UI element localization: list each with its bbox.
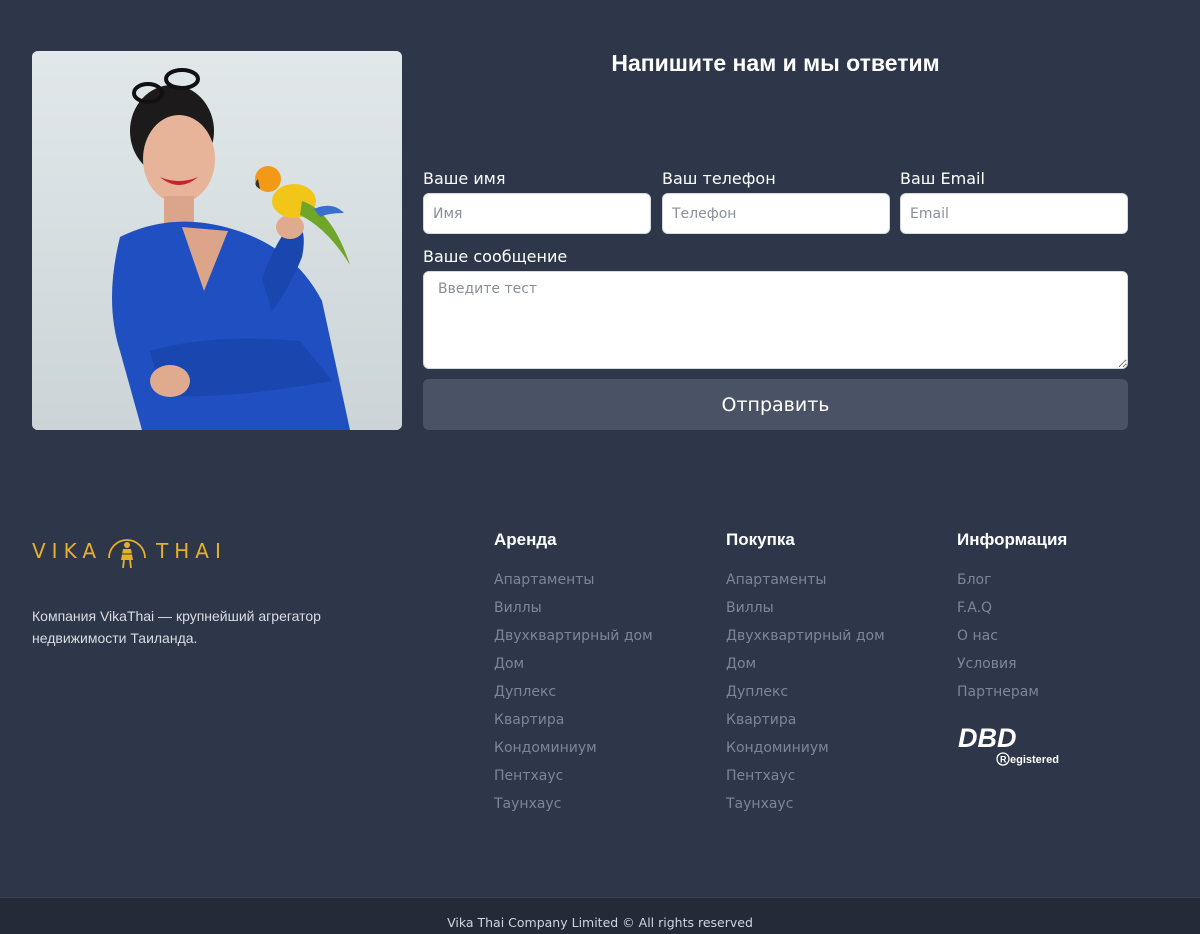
buy-link-house[interactable]: Дом	[726, 653, 885, 681]
rent-link-apartments[interactable]: Апартаменты	[494, 569, 653, 597]
woman-with-parrot-image	[32, 51, 402, 430]
info-link-partners[interactable]: Партнерам	[957, 681, 1039, 709]
info-column-title: Информация	[957, 530, 1068, 549]
dbd-registered-logo[interactable]: DBD R egistered	[957, 722, 1069, 768]
info-link-terms[interactable]: Условия	[957, 653, 1039, 681]
contact-photo	[32, 51, 402, 430]
phone-label: Ваш телефон	[662, 169, 776, 188]
info-link-faq[interactable]: F.A.Q	[957, 597, 1039, 625]
name-label: Ваше имя	[423, 169, 506, 188]
rent-link-penthouse[interactable]: Пентхаус	[494, 765, 653, 793]
rent-link-house[interactable]: Дом	[494, 653, 653, 681]
rent-column-title: Аренда	[494, 530, 557, 549]
rent-link-duplex-house[interactable]: Двухквартирный дом	[494, 625, 653, 653]
rent-link-townhouse[interactable]: Таунхаус	[494, 793, 653, 821]
vika-thai-emblem-icon	[108, 539, 146, 569]
email-label: Ваш Email	[900, 169, 985, 188]
rent-link-duplex[interactable]: Дуплекс	[494, 681, 653, 709]
name-input[interactable]	[423, 193, 651, 234]
buy-link-penthouse[interactable]: Пентхаус	[726, 765, 885, 793]
buy-link-flat[interactable]: Квартира	[726, 709, 885, 737]
rent-links: Апартаменты Виллы Двухквартирный дом Дом…	[494, 569, 653, 821]
buy-link-duplex-house[interactable]: Двухквартирный дом	[726, 625, 885, 653]
buy-link-apartments[interactable]: Апартаменты	[726, 569, 885, 597]
rent-link-villas[interactable]: Виллы	[494, 597, 653, 625]
info-link-blog[interactable]: Блог	[957, 569, 1039, 597]
rent-link-condominium[interactable]: Кондоминиум	[494, 737, 653, 765]
registered-r-glyph: R	[1000, 755, 1007, 765]
contact-form-title: Напишите нам и мы ответим	[611, 50, 940, 76]
rent-link-flat[interactable]: Квартира	[494, 709, 653, 737]
buy-link-villas[interactable]: Виллы	[726, 597, 885, 625]
message-textarea[interactable]	[423, 271, 1128, 369]
message-label: Ваше сообщение	[423, 247, 568, 266]
company-description: Компания VikaThai — крупнейший агрегатор…	[32, 608, 321, 646]
info-link-about[interactable]: О нас	[957, 625, 1039, 653]
submit-button[interactable]: Отправить	[423, 379, 1128, 430]
copyright-text: Vika Thai Company Limited © All rights r…	[447, 915, 753, 930]
buy-link-townhouse[interactable]: Таунхаус	[726, 793, 885, 821]
bottom-bar: Vika Thai Company Limited © All rights r…	[0, 897, 1200, 934]
logo-text-right: THAI	[156, 539, 227, 563]
buy-column-title: Покупка	[726, 530, 795, 549]
phone-input[interactable]	[662, 193, 890, 234]
buy-link-condominium[interactable]: Кондоминиум	[726, 737, 885, 765]
registered-label: egistered	[1010, 754, 1059, 766]
email-input[interactable]	[900, 193, 1128, 234]
info-links: Блог F.A.Q О нас Условия Партнерам	[957, 569, 1039, 709]
buy-links: Апартаменты Виллы Двухквартирный дом Дом…	[726, 569, 885, 821]
buy-link-duplex[interactable]: Дуплекс	[726, 681, 885, 709]
dbd-logo-text: DBD	[958, 723, 1017, 753]
logo-text-left: VIKA	[32, 539, 103, 563]
vika-thai-logo[interactable]: VIKA THAI	[32, 528, 227, 574]
